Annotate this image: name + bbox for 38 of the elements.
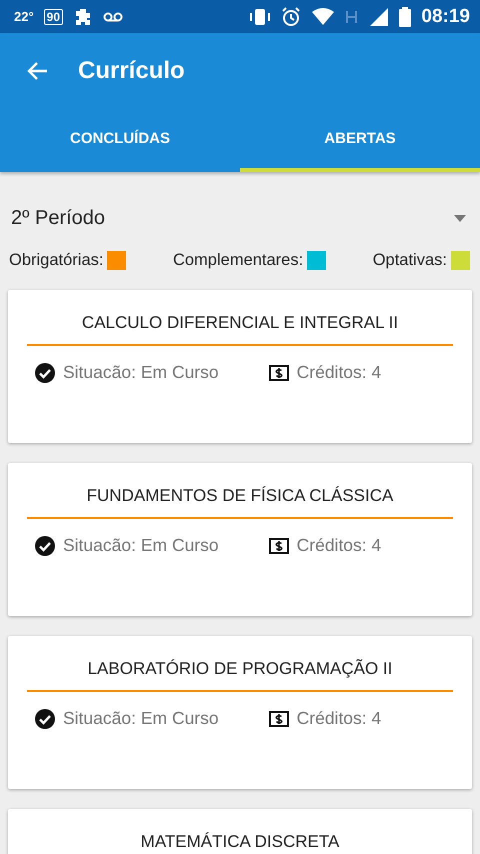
temperature-text: 22° [14,9,34,24]
voicemail-icon [103,10,124,22]
dropdown-caret-icon [454,214,466,222]
clock-text: 08:19 [421,6,470,28]
credits-text: Créditos: 4 [296,535,382,556]
status-text: Situacão: Em Curso [63,362,219,383]
wifi-icon [311,8,336,26]
status-text: Situacão: Em Curso [63,535,219,556]
money-bill-icon [268,538,289,554]
credits-text: Créditos: 4 [296,708,382,729]
course-card[interactable]: LABORATÓRIO DE PROGRAMAÇÃO II Situacão: Em Curso Créditos: 4 [8,636,472,789]
check-circle-icon [35,708,55,728]
battery-icon [399,6,412,26]
screen-title: Currículo [78,56,185,84]
alarm-icon [281,6,302,26]
check-circle-icon [35,536,55,556]
money-bill-icon [268,364,289,380]
tab[interactable]: ABERTAS [240,108,480,172]
legend-label: Complementares: [172,250,304,270]
vibrate-icon [249,8,272,26]
status-text: Situacão: Em Curso [63,708,219,729]
course-card[interactable]: MATEMÁTICA DISCRETA [8,809,472,854]
course-title: LABORATÓRIO DE PROGRAMAÇÃO II [86,658,394,680]
notification-badge: 90 [44,8,64,24]
course-title: CALCULO DIFERENCIAL E INTEGRAL II [80,312,400,334]
course-title: FUNDAMENTOS DE FÍSICA CLÁSSICA [86,485,394,507]
period-dropdown[interactable]: 2º Período [6,192,474,244]
course-card[interactable]: FUNDAMENTOS DE FÍSICA CLÁSSICA Situacão: Em Curso Créditos: 4 [8,463,472,616]
course-title: MATEMÁTICA DISCRETA [140,831,340,853]
check-circle-icon [35,362,55,382]
legend-label: Obrigatórias: [9,250,104,270]
tab[interactable]: CONCLUÍDAS [0,108,240,172]
course-card[interactable]: CALCULO DIFERENCIAL E INTEGRAL II Situacão: Em Curso Créditos: 4 [8,290,472,443]
network-type-icon [345,10,360,24]
legend-label: Optativas: [372,250,447,270]
credits-text: Créditos: 4 [296,362,382,383]
signal-icon [369,6,390,26]
money-bill-icon [268,710,289,726]
